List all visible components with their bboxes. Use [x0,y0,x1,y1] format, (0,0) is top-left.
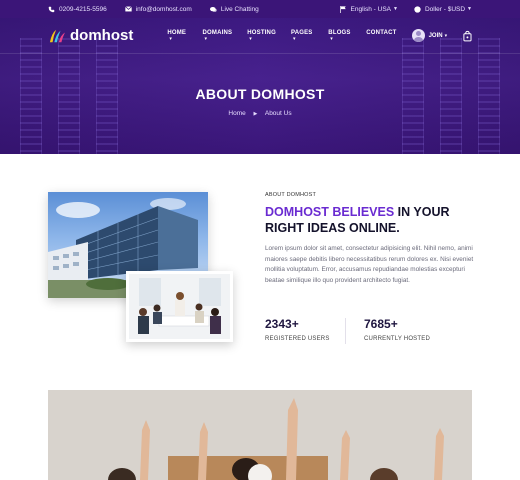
logo-icon [49,29,65,42]
nav-item-pages[interactable]: PAGES ▾ [291,30,313,42]
breadcrumb-current: About Us [264,110,292,117]
email-contact[interactable]: info@domhost.com [124,5,192,13]
stat-label: REGISTERED USERS [265,336,330,342]
live-chat-label: Live Chatting [220,5,259,13]
breadcrumb-home[interactable]: Home [228,110,245,117]
page-hero: domhost HOME ▾ DOMAINS ▾ HOSTING ▾ PAGES… [0,18,520,154]
main-navigation: domhost HOME ▾ DOMAINS ▾ HOSTING ▾ PAGES… [0,18,520,54]
stat-divider [345,318,346,344]
shopping-bag-icon[interactable] [463,30,472,42]
chevron-right-icon: ▶ [253,111,258,117]
section-description: Lorem ipsum dolor sit amet, consectetur … [265,245,474,284]
stat-value: 2343+ [265,317,299,331]
chevron-down-icon: ▼ [393,6,398,12]
team-celebration-image [48,390,472,480]
nav-item-hosting[interactable]: HOSTING ▾ [247,30,276,42]
language-select[interactable]: English - USA ▼ [340,5,398,13]
live-chat-link[interactable]: Live Chatting [209,5,259,13]
chevron-down-icon: ▾ [444,32,448,39]
currency-value: Doller - $USD [424,5,466,13]
nav-item-blogs[interactable]: BLOGS ▾ [328,30,351,42]
flag-icon [340,5,347,13]
stat-value: 7685+ [364,317,398,331]
breadcrumb: Home ▶ About Us [0,110,520,117]
chat-bubble-icon [209,6,217,13]
language-value: English - USA [350,5,391,13]
section-eyebrow: ABOUT DOMHOST [265,192,317,198]
coin-icon [414,5,421,13]
page-title: ABOUT DOMHOST [195,86,325,102]
stat-currently-hosted: 7685+ CURRENTLY HOSTED [364,317,430,342]
nav-item-contact[interactable]: CONTACT [366,30,396,42]
team-meeting-image [126,271,233,342]
avatar [411,29,425,42]
site-logo[interactable]: domhost [48,27,133,44]
nav-item-domains[interactable]: DOMAINS ▾ [202,30,232,42]
email-address: info@domhost.com [135,5,192,13]
join-label: JOIN [428,32,443,39]
section-title: DOMHOST BELIEVES IN YOUR RIGHT IDEAS ONL… [265,204,475,236]
chevron-down-icon: ▼ [467,6,472,12]
stat-registered-users: 2343+ REGISTERED USERS [265,317,330,342]
phone-number: 0209-4215-5596 [59,5,107,13]
top-bar: 0209-4215-5596 info@domhost.com Live Cha… [0,0,520,18]
join-menu[interactable]: JOIN ▾ [411,29,448,42]
stat-label: CURRENTLY HOSTED [364,336,430,342]
phone-icon [48,6,55,13]
nav-item-home[interactable]: HOME ▾ [167,30,187,42]
envelope-icon [124,6,132,13]
nav-menu: HOME ▾ DOMAINS ▾ HOSTING ▾ PAGES ▾ BLOGS… [167,30,411,42]
currency-select[interactable]: Doller - $USD ▼ [414,6,472,13]
brand-name: domhost [70,27,134,44]
section-title-accent: DOMHOST BELIEVES [265,205,395,219]
phone-contact[interactable]: 0209-4215-5596 [48,6,107,13]
